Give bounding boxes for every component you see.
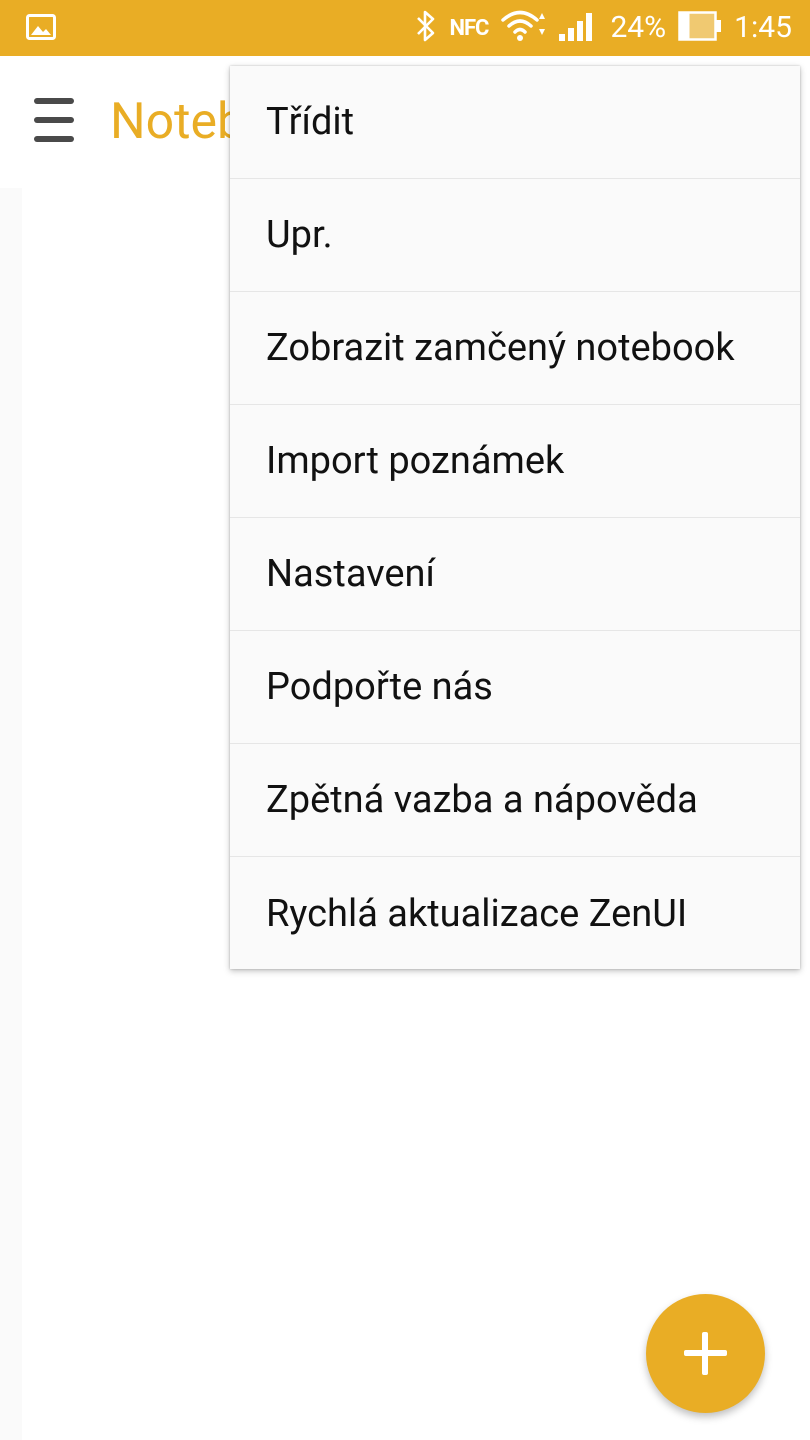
battery-percent: 24% <box>610 10 667 45</box>
nfc-icon: NFC <box>449 15 489 41</box>
wifi-icon <box>500 8 546 48</box>
add-note-button[interactable] <box>646 1294 765 1413</box>
status-time: 1:45 <box>734 10 792 45</box>
image-icon <box>26 14 56 44</box>
content-edge <box>0 188 22 1440</box>
menu-item-import-notes[interactable]: Import poznámek <box>230 405 800 518</box>
app-title: Noteb <box>110 93 246 151</box>
signal-icon <box>558 10 598 46</box>
menu-item-settings[interactable]: Nastavení <box>230 518 800 631</box>
status-bar: NFC 24% 1:45 <box>0 0 810 56</box>
menu-item-feedback-help[interactable]: Zpětná vazba a nápověda <box>230 744 800 857</box>
menu-item-zenui-quick-update[interactable]: Rychlá aktualizace ZenUI <box>230 857 800 970</box>
menu-item-edit[interactable]: Upr. <box>230 179 800 292</box>
status-icons: NFC 24% 1:45 <box>415 0 792 56</box>
menu-item-sort[interactable]: Třídit <box>230 66 800 179</box>
bluetooth-icon <box>415 9 437 47</box>
battery-icon <box>678 10 722 46</box>
menu-item-show-locked-notebook[interactable]: Zobrazit zamčený notebook <box>230 292 800 405</box>
hamburger-menu-icon[interactable] <box>34 96 74 144</box>
overflow-menu: Třídit Upr. Zobrazit zamčený notebook Im… <box>230 66 800 969</box>
menu-item-support-us[interactable]: Podpořte nás <box>230 631 800 744</box>
